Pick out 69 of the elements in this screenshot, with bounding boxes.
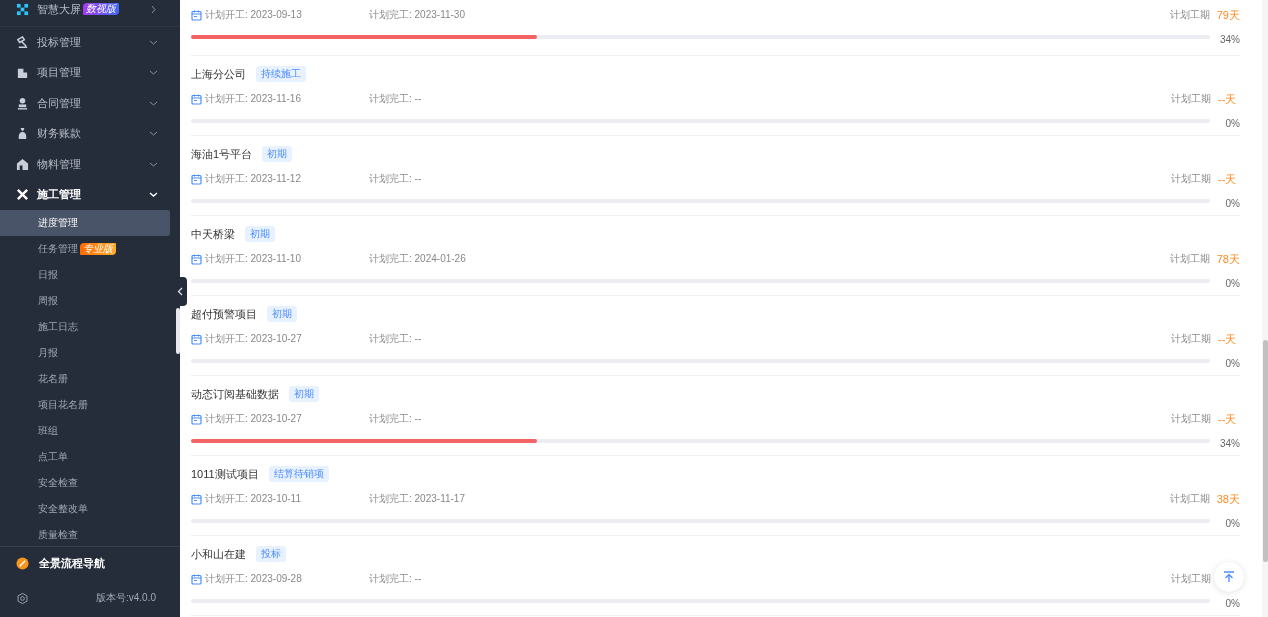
duration-value: --天 [1218, 412, 1237, 425]
end-date: 计划完工: -- [369, 573, 422, 584]
duration-label: 计划工期 [1171, 332, 1211, 346]
menu-label: 财务账款 [37, 126, 81, 142]
duration-label: 计划工期 [1169, 8, 1210, 22]
start-date: 计划开工: 2023-09-13 [205, 8, 303, 22]
menu-label: 智慧大屏 [37, 1, 81, 17]
end-date: 计划完工: -- [369, 413, 422, 424]
start-date: 计划开工: 2023-09-28 [205, 572, 303, 586]
submenu-label: 任务管理 [38, 242, 78, 256]
submenu-label: 日报 [38, 268, 58, 282]
duration-label: 计划工期 [1171, 172, 1211, 186]
progress-percent: 0% [1225, 118, 1240, 129]
duration-label: 计划工期 [1169, 492, 1210, 506]
submenu-label: 项目花名册 [38, 398, 88, 412]
version-text: 版本号:v4.0.0 [95, 591, 156, 605]
duration-label: 计划工期 [1169, 252, 1210, 266]
edition-badge: 数视版 [83, 3, 119, 15]
end-date: 计划完工: 2024-01-26 [369, 253, 466, 264]
end-date: 计划完工: -- [369, 333, 422, 344]
progress-percent: 34% [1220, 438, 1240, 449]
menu-label: 物料管理 [37, 156, 81, 172]
submenu-label: 点工单 [38, 450, 68, 464]
submenu-label: 质量检查 [38, 528, 78, 542]
progress-percent: 0% [1225, 358, 1240, 369]
start-date: 计划开工: 2023-10-27 [205, 412, 303, 426]
status-tag: 初期 [267, 306, 297, 322]
duration-value: 38天 [1216, 492, 1240, 505]
progress-percent: 0% [1225, 278, 1240, 289]
submenu-label: 班组 [38, 424, 58, 438]
menu-label: 投标管理 [37, 34, 81, 50]
duration-value: --天 [1218, 92, 1237, 105]
progress-percent: 0% [1225, 518, 1240, 529]
duration-value: 79天 [1216, 8, 1240, 21]
status-tag: 初期 [245, 226, 275, 242]
submenu-label: 花名册 [38, 372, 68, 386]
progress-percent: 0% [1225, 598, 1240, 609]
status-tag: 持续施工 [256, 66, 306, 82]
duration-value: --天 [1218, 332, 1237, 345]
duration-label: 计划工期 [1171, 412, 1211, 426]
progress-percent: 34% [1220, 34, 1240, 45]
duration-value: 78天 [1216, 252, 1240, 265]
progress-percent: 0% [1225, 198, 1240, 209]
start-date: 计划开工: 2023-11-16 [205, 92, 302, 106]
edition-badge: 专业版 [80, 243, 116, 255]
status-tag: 初期 [289, 386, 319, 402]
status-tag: 投标 [256, 546, 286, 562]
submenu-label: 月报 [38, 346, 58, 360]
submenu-label: 周报 [38, 294, 58, 308]
duration-label: 计划工期 [1171, 92, 1211, 106]
submenu-label: 进度管理 [38, 216, 78, 230]
status-tag: 初期 [262, 146, 293, 162]
submenu-label: 施工日志 [38, 320, 78, 334]
end-date: 计划完工: -- [369, 173, 422, 184]
end-date: 计划完工: 2023-11-30 [369, 9, 465, 20]
start-date: 计划开工: 2023-10-11 [205, 492, 302, 506]
menu-label: 施工管理 [37, 187, 81, 203]
start-date: 计划开工: 2023-10-27 [205, 332, 303, 346]
duration-value: --天 [1218, 172, 1237, 185]
end-date: 计划完工: -- [369, 93, 422, 104]
menu-label: 合同管理 [37, 95, 81, 111]
status-tag: 结算待销项 [268, 466, 329, 482]
menu-label: 项目管理 [37, 65, 81, 81]
submenu-label: 安全整改单 [38, 502, 88, 516]
start-date: 计划开工: 2023-11-10 [205, 252, 302, 266]
duration-label: 计划工期 [1171, 572, 1211, 586]
start-date: 计划开工: 2023-11-12 [205, 172, 302, 186]
end-date: 计划完工: 2023-11-17 [369, 493, 465, 504]
submenu-label: 安全检查 [38, 476, 78, 490]
